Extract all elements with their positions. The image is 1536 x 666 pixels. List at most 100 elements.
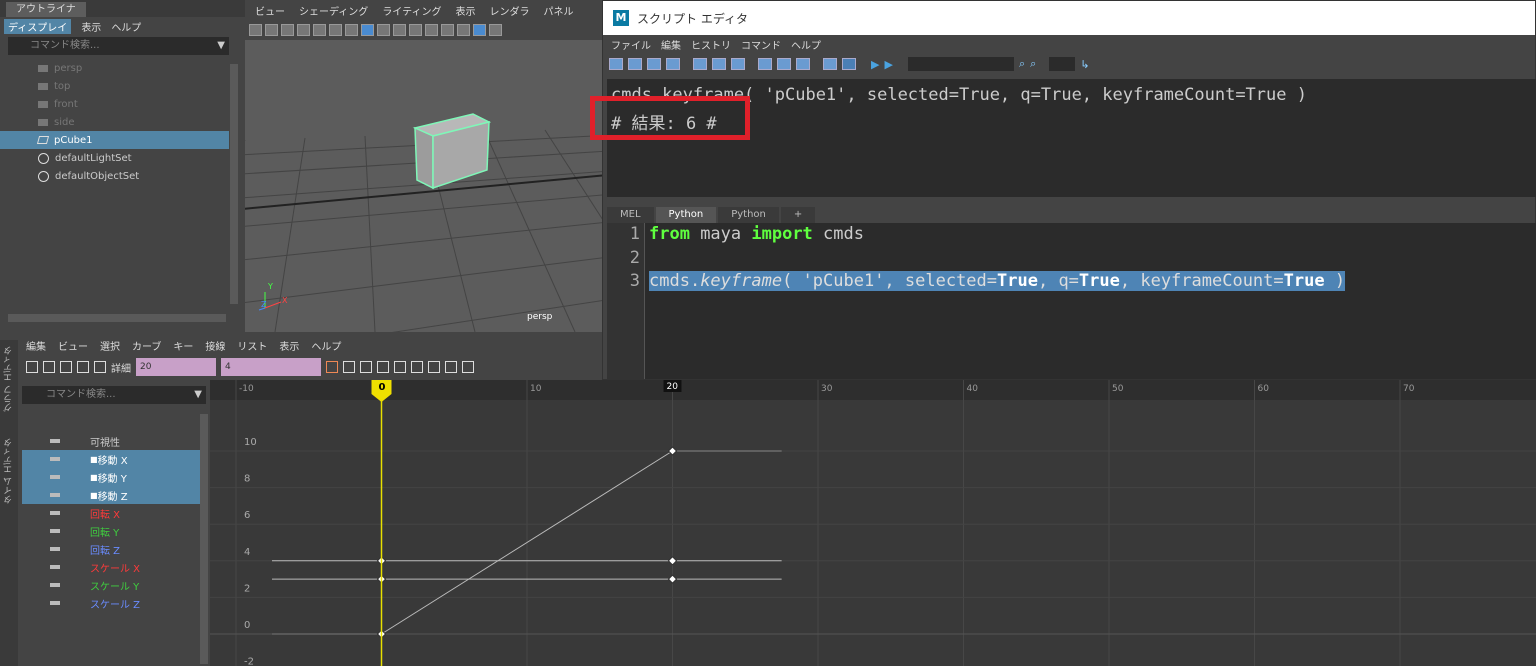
- menu-show[interactable]: 表示: [456, 3, 476, 18]
- outliner-item-top[interactable]: top: [0, 77, 245, 95]
- viewport-panel[interactable]: ビュー シェーディング ライティング 表示 レンダラ パネル Y Z X per…: [245, 0, 605, 332]
- menu-display[interactable]: ディスプレイ: [4, 18, 72, 34]
- goto-line-field[interactable]: [1049, 57, 1076, 71]
- load-icon[interactable]: [628, 58, 642, 70]
- clear-input-icon[interactable]: [712, 58, 726, 70]
- tab-mel[interactable]: MEL: [607, 207, 654, 223]
- menu-list[interactable]: リスト: [237, 338, 267, 353]
- channel-row[interactable]: 可視性: [22, 432, 208, 450]
- clear-history-icon[interactable]: [693, 58, 707, 70]
- tool-icon[interactable]: [329, 24, 342, 36]
- script-editor-titlebar[interactable]: M スクリプト エディタ: [603, 1, 1535, 35]
- tool-icon[interactable]: [313, 24, 326, 36]
- menu-show[interactable]: 表示: [81, 19, 101, 34]
- menu-edit[interactable]: 編集: [26, 338, 46, 353]
- channel-row[interactable]: スケール Z: [22, 594, 208, 612]
- menu-select[interactable]: 選択: [100, 338, 120, 353]
- save-shelf-icon[interactable]: [666, 58, 680, 70]
- goto-line-icon[interactable]: ↳: [1080, 58, 1089, 71]
- menu-shading[interactable]: シェーディング: [299, 3, 368, 18]
- region-icon[interactable]: [77, 361, 89, 373]
- chevron-down-icon[interactable]: ▼: [217, 37, 225, 55]
- tangent-step-icon[interactable]: [445, 361, 457, 373]
- outliner-tab[interactable]: アウトライナ: [0, 0, 245, 17]
- show-history-icon[interactable]: [758, 58, 772, 70]
- search-field[interactable]: [907, 57, 1014, 71]
- channel-row[interactable]: ■ 移動 X: [22, 450, 208, 468]
- menu-keys[interactable]: キー: [173, 338, 193, 353]
- menu-help[interactable]: ヘルプ: [311, 338, 341, 353]
- menu-view[interactable]: ビュー: [58, 338, 88, 353]
- save-icon[interactable]: [647, 58, 661, 70]
- tab-time-editor[interactable]: タイム エディタ: [0, 432, 17, 510]
- graph-area[interactable]: -10 10 30 40 50 60 70 10 8 6 4 2 0 -2 20 0: [210, 380, 1536, 666]
- channel-row[interactable]: 回転 Z: [22, 540, 208, 558]
- tool-icon[interactable]: [265, 24, 278, 36]
- tab-python-active[interactable]: Python: [655, 207, 717, 223]
- menu-tangents[interactable]: 接線: [205, 338, 225, 353]
- tool-icon[interactable]: [297, 24, 310, 36]
- value-field[interactable]: 4: [221, 358, 321, 376]
- outliner-item-persp[interactable]: persp: [0, 59, 245, 77]
- menu-show[interactable]: 表示: [279, 338, 299, 353]
- frame-field[interactable]: 20: [136, 358, 216, 376]
- tool-icon[interactable]: [457, 24, 470, 36]
- search-down-icon[interactable]: ⌕: [1019, 57, 1025, 71]
- tool-icon[interactable]: [409, 24, 422, 36]
- menu-history[interactable]: ヒストリ: [691, 37, 731, 52]
- tool-icon[interactable]: [425, 24, 438, 36]
- outliner-item-defaultlightset[interactable]: defaultLightSet: [0, 149, 245, 167]
- clear-all-icon[interactable]: [731, 58, 745, 70]
- tangent-spline-icon[interactable]: [377, 361, 389, 373]
- channel-row[interactable]: スケール X: [22, 558, 208, 576]
- tool-icon[interactable]: [345, 24, 358, 36]
- frame-all-icon[interactable]: [326, 361, 338, 373]
- search-up-icon[interactable]: ⌕: [1030, 57, 1036, 71]
- outliner-horizontal-scrollbar[interactable]: [8, 314, 226, 322]
- tool-icon[interactable]: [441, 24, 454, 36]
- echo-icon[interactable]: [823, 58, 837, 70]
- show-input-icon[interactable]: [777, 58, 791, 70]
- chevron-down-icon[interactable]: ▼: [194, 386, 202, 404]
- outliner-item-side[interactable]: side: [0, 113, 245, 131]
- menu-panels[interactable]: パネル: [544, 3, 574, 18]
- insert-key-icon[interactable]: [43, 361, 55, 373]
- menu-edit[interactable]: 編集: [661, 37, 681, 52]
- outliner-search-input[interactable]: コマンド検索... ▼: [8, 37, 229, 55]
- outliner-vertical-scrollbar[interactable]: [230, 64, 238, 304]
- add-tab-button[interactable]: +: [780, 207, 816, 223]
- tangent-clamped-icon[interactable]: [394, 361, 406, 373]
- menu-view[interactable]: ビュー: [255, 3, 285, 18]
- channel-row[interactable]: スケール Y: [22, 576, 208, 594]
- outliner-item-front[interactable]: front: [0, 95, 245, 113]
- script-input-pane[interactable]: 1 2 3 from maya import cmds cmds.keyfram…: [607, 223, 1536, 379]
- channel-row[interactable]: 回転 Y: [22, 522, 208, 540]
- execute-icon[interactable]: ▶: [884, 58, 892, 71]
- shading-icon[interactable]: [473, 24, 486, 36]
- tangent-plateau-icon[interactable]: [462, 361, 474, 373]
- tab-python[interactable]: Python: [718, 207, 779, 223]
- tool-icon[interactable]: [281, 24, 294, 36]
- show-both-icon[interactable]: [796, 58, 810, 70]
- channel-list-scrollbar[interactable]: [200, 414, 208, 664]
- frame-playback-icon[interactable]: [360, 361, 372, 373]
- graph-search-input[interactable]: コマンド検索... ▼: [22, 386, 206, 404]
- outliner-item-defaultobjectset[interactable]: defaultObjectSet: [0, 167, 245, 185]
- frame-selection-icon[interactable]: [343, 361, 355, 373]
- tangent-linear-icon[interactable]: [411, 361, 423, 373]
- tangent-flat-icon[interactable]: [428, 361, 440, 373]
- grid-icon[interactable]: [361, 24, 374, 36]
- open-icon[interactable]: [609, 58, 623, 70]
- lattice-icon[interactable]: [60, 361, 72, 373]
- menu-lighting[interactable]: ライティング: [382, 3, 441, 18]
- move-key-icon[interactable]: [26, 361, 38, 373]
- channel-row[interactable]: 回転 X: [22, 504, 208, 522]
- channel-row[interactable]: ■ 移動 Z: [22, 486, 208, 504]
- outliner-item-pcube1[interactable]: pCube1: [0, 131, 229, 149]
- tab-graph-editor[interactable]: グラフ エディタ: [0, 340, 17, 418]
- menu-command[interactable]: コマンド: [741, 37, 781, 52]
- menu-curves[interactable]: カーブ: [132, 338, 161, 353]
- retime-icon[interactable]: [94, 361, 106, 373]
- tool-icon[interactable]: [393, 24, 406, 36]
- channel-row[interactable]: ■ 移動 Y: [22, 468, 208, 486]
